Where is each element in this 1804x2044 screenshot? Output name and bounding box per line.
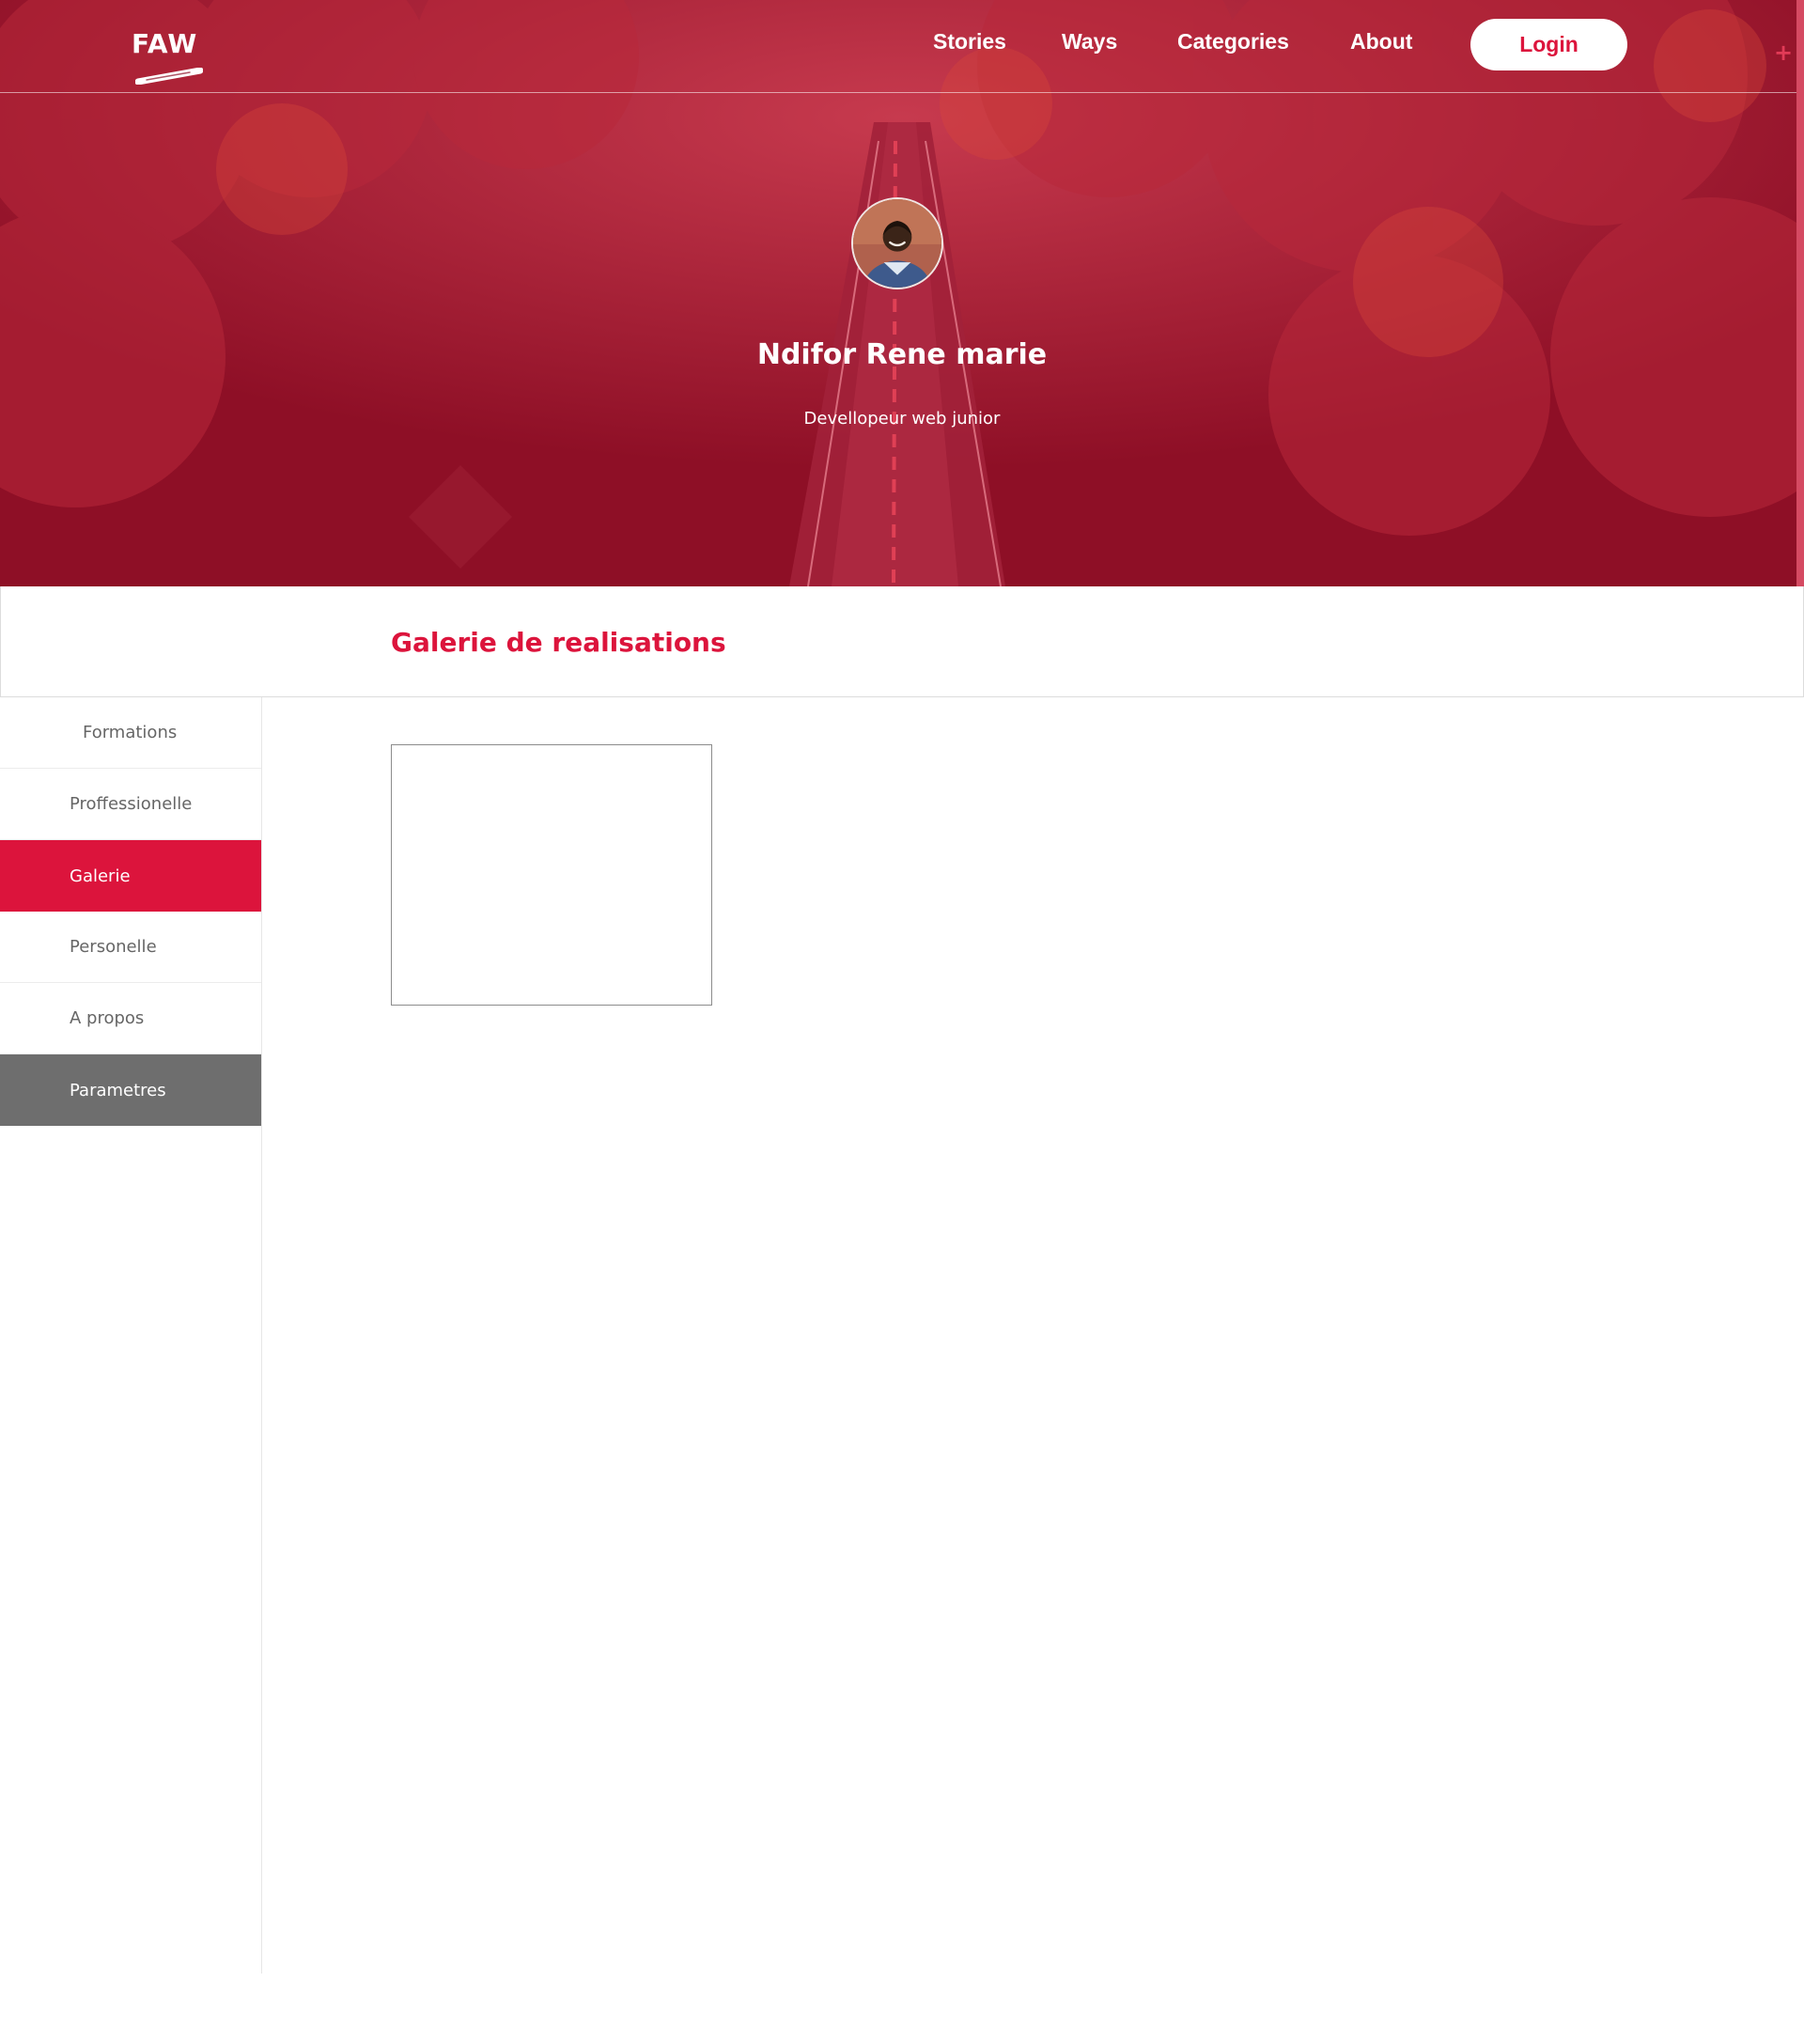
user-avatar[interactable] [851,197,943,289]
nav-link-stories[interactable]: Stories [933,29,1006,55]
gallery-item-placeholder[interactable] [391,744,712,1006]
brush-stroke-icon [135,68,203,85]
top-navigation-bar: FAW Stories Ways Categories About Login … [0,0,1796,93]
section-title: Galerie de realisations [391,627,726,658]
corner-plus-icon: + [1774,39,1794,66]
sidebar-item-a-propos[interactable]: A propos [0,983,261,1054]
profile-role: Devellopeur web junior [803,409,1001,429]
nav-link-categories[interactable]: Categories [1177,29,1289,55]
user-avatar-photo-icon [853,199,941,288]
sidebar-item-parametres[interactable]: Parametres [0,1054,261,1126]
section-header: Galerie de realisations [261,586,1804,697]
sidebar-item-formations[interactable]: Formations [0,697,261,769]
sidebar-item-personelle[interactable]: Personelle [0,912,261,983]
login-button[interactable]: Login [1470,19,1627,70]
sidebar-item-galerie[interactable]: Galerie [0,840,261,912]
hero-scroll-edge [1796,0,1804,586]
nav-link-ways[interactable]: Ways [1062,29,1117,55]
profile-sidebar: Formations Proffessionelle Galerie Perso… [0,697,262,1974]
nav-link-about[interactable]: About [1350,29,1412,55]
hero-banner: FAW Stories Ways Categories About Login … [0,0,1804,586]
profile-name: Ndifor Rene marie [756,338,1048,371]
sidebar-header-spacer [0,586,262,697]
sidebar-item-proffessionelle[interactable]: Proffessionelle [0,769,261,840]
